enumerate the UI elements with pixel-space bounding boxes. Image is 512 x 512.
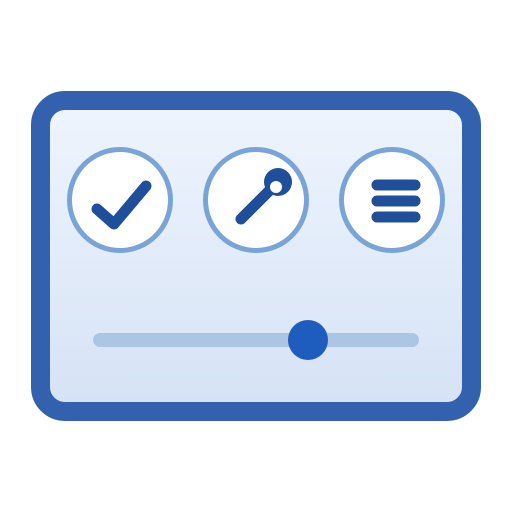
settings-widget-icon	[0, 0, 512, 512]
wrench-button[interactable]	[203, 147, 309, 253]
check-icon	[91, 180, 152, 230]
menu-button[interactable]	[339, 147, 445, 253]
wrench-icon	[235, 168, 292, 225]
check-button[interactable]	[67, 147, 173, 253]
slider-track[interactable]	[93, 333, 419, 347]
slider-thumb[interactable]	[288, 320, 328, 360]
menu-icon	[371, 179, 421, 223]
settings-panel	[31, 91, 481, 421]
